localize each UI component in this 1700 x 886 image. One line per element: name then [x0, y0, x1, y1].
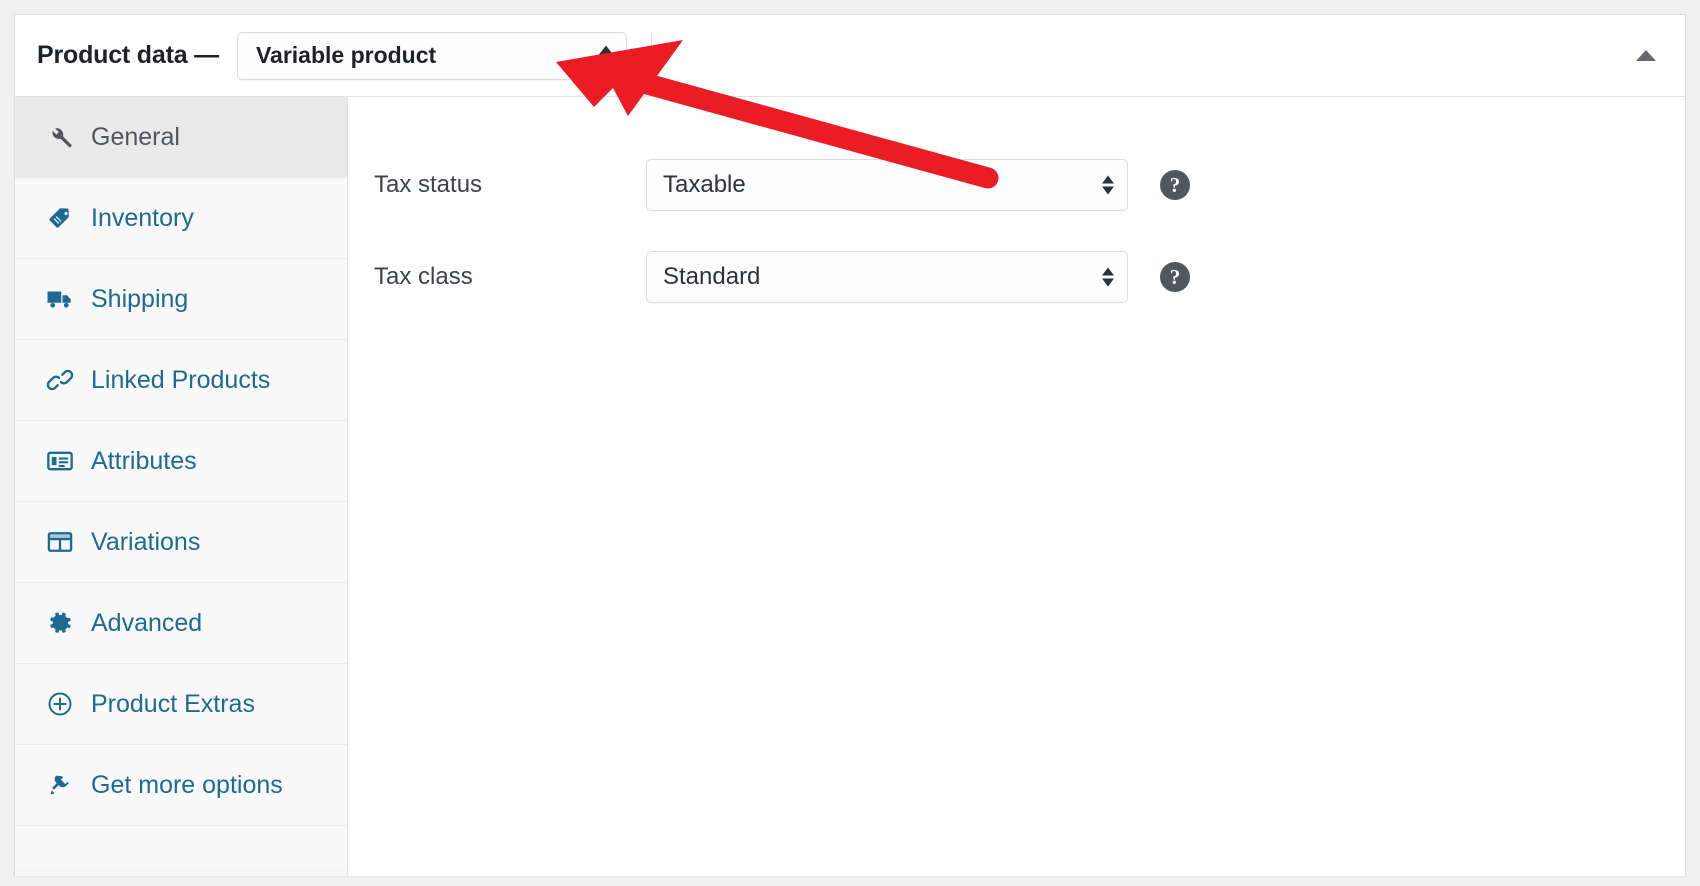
sidebar-item-label: Product Extras — [91, 689, 255, 718]
product-type-select[interactable]: Variable product — [236, 31, 627, 80]
tax-class-row: Tax class Standard ? — [374, 231, 1685, 323]
tax-status-row: Tax status Taxable ? — [374, 139, 1685, 231]
gear-icon — [45, 608, 75, 638]
panel-header: Product data — Variable product — [15, 15, 1685, 97]
wrench-icon — [45, 122, 75, 152]
collapse-panel-button[interactable] — [1629, 39, 1663, 73]
tabs-filler — [15, 826, 347, 866]
tax-status-select[interactable]: Taxable — [646, 159, 1128, 211]
sidebar-item-label: Linked Products — [91, 365, 271, 394]
product-type-value: Variable product — [255, 42, 437, 68]
stepper-arrows-icon[interactable] — [1102, 267, 1114, 287]
product-data-panel: Product data — Variable product General … — [14, 14, 1686, 876]
product-data-tabs: General Inventory Shipping Linked Produc… — [15, 97, 348, 876]
link-icon — [45, 365, 75, 395]
grid-icon — [45, 527, 75, 557]
list-card-icon — [45, 446, 75, 476]
plus-circle-icon — [45, 689, 75, 719]
sidebar-item-label: Get more options — [91, 770, 283, 799]
stepper-down-icon — [598, 57, 613, 66]
plug-icon — [45, 770, 75, 800]
screen: Product data — Variable product General … — [0, 0, 1700, 886]
stepper-up-icon — [1102, 175, 1114, 184]
caret-up-icon — [1636, 50, 1656, 61]
sidebar-item-shipping[interactable]: Shipping — [15, 259, 347, 340]
sidebar-item-label: Shipping — [91, 284, 189, 313]
sidebar-item-variations[interactable]: Variations — [15, 502, 347, 583]
stepper-arrows-icon[interactable] — [598, 45, 613, 66]
sidebar-item-advanced[interactable]: Advanced — [15, 583, 347, 664]
sidebar-item-general[interactable]: General — [15, 97, 347, 178]
tax-status-help-icon[interactable]: ? — [1160, 170, 1190, 200]
tax-class-help-icon[interactable]: ? — [1160, 262, 1190, 292]
truck-icon — [45, 284, 75, 314]
sidebar-item-get-more-options[interactable]: Get more options — [15, 745, 347, 826]
sidebar-item-product-extras[interactable]: Product Extras — [15, 664, 347, 745]
sidebar-item-attributes[interactable]: Attributes — [15, 421, 347, 502]
panel-body: General Inventory Shipping Linked Produc… — [15, 97, 1685, 876]
tax-class-select[interactable]: Standard — [646, 251, 1128, 303]
sidebar-item-label: Inventory — [91, 203, 194, 232]
sidebar-item-label: Attributes — [91, 446, 197, 475]
tax-class-value: Standard — [663, 263, 761, 290]
sidebar-item-label: Advanced — [91, 608, 203, 637]
tax-class-label: Tax class — [374, 263, 473, 290]
stepper-arrows-icon[interactable] — [1102, 175, 1114, 195]
sidebar-item-inventory[interactable]: Inventory — [15, 178, 347, 259]
stepper-down-icon — [1102, 278, 1114, 287]
tag-icon — [45, 203, 75, 233]
tax-status-label: Tax status — [374, 171, 483, 198]
sidebar-item-label: General — [91, 122, 180, 151]
stepper-up-icon — [598, 45, 613, 54]
header-divider — [650, 33, 652, 78]
stepper-down-icon — [1102, 186, 1114, 195]
tax-status-value: Taxable — [663, 171, 746, 198]
sidebar-item-linked-products[interactable]: Linked Products — [15, 340, 347, 421]
page-title: Product data — — [37, 41, 219, 69]
sidebar-item-label: Variations — [91, 527, 201, 556]
stepper-up-icon — [1102, 267, 1114, 276]
general-tab-panel: Tax status Taxable ? Tax class Standard — [348, 97, 1685, 876]
